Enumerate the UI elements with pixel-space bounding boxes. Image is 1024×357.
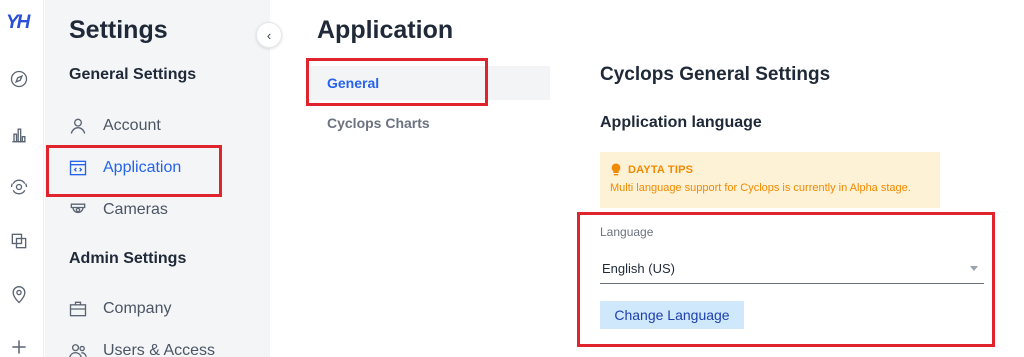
caret-down-icon (970, 266, 978, 271)
sidebar-item-account[interactable]: Account (67, 111, 161, 141)
general-settings-heading: General Settings (69, 66, 197, 83)
briefcase-icon (67, 298, 89, 320)
page-title: Application (317, 16, 454, 44)
sidebar-item-label: Account (103, 117, 161, 134)
tab-cyclops-charts[interactable]: Cyclops Charts (310, 106, 550, 140)
sidebar-item-application[interactable]: Application (67, 153, 181, 183)
language-select[interactable]: English (US) (600, 254, 984, 284)
sidebar-item-label: Users & Access (103, 342, 216, 357)
camera-scan-icon[interactable] (8, 176, 30, 198)
tab-general[interactable]: General (310, 66, 550, 100)
code-window-icon (67, 157, 89, 179)
app-logo[interactable]: YH (6, 12, 30, 34)
users-icon (67, 340, 89, 357)
content-title: Cyclops General Settings (600, 64, 831, 85)
collapse-sidebar-button[interactable]: ‹ (256, 22, 282, 48)
content-subtitle: Application language (600, 114, 762, 131)
sidebar-item-users-access[interactable]: Users & Access (67, 336, 215, 357)
tips-heading: DAYTA TIPS (628, 164, 694, 176)
sidebar-item-label: Application (103, 159, 182, 176)
sidebar-item-company[interactable]: Company (67, 294, 171, 324)
plus-icon[interactable] (8, 336, 30, 357)
application-subnav: General Cyclops Charts (310, 66, 550, 140)
change-language-button[interactable]: Change Language (600, 301, 744, 329)
tips-banner: DAYTA TIPS Multi language support for Cy… (600, 152, 940, 208)
map-pin-icon[interactable] (8, 284, 30, 306)
settings-title: Settings (69, 16, 168, 44)
admin-settings-heading: Admin Settings (69, 250, 187, 267)
chevron-left-icon: ‹ (266, 27, 272, 43)
language-selected-value: English (US) (602, 261, 675, 276)
sidebar-item-cameras[interactable]: Cameras (67, 195, 168, 225)
camera-icon (67, 199, 89, 221)
language-label: Language (600, 225, 654, 239)
sidebar-item-label: Cameras (103, 201, 168, 218)
settings-sidebar: Settings General Settings Account Applic… (45, 0, 270, 357)
lightbulb-icon (610, 163, 622, 177)
icon-rail: YH (0, 0, 44, 357)
compass-icon[interactable] (8, 68, 30, 90)
user-icon (67, 115, 89, 137)
tips-header: DAYTA TIPS (610, 163, 930, 177)
sidebar-item-label: Company (103, 300, 172, 317)
bar-chart-icon[interactable] (8, 124, 30, 146)
layers-icon[interactable] (8, 230, 30, 252)
tips-text: Multi language support for Cyclops is cu… (610, 182, 911, 194)
